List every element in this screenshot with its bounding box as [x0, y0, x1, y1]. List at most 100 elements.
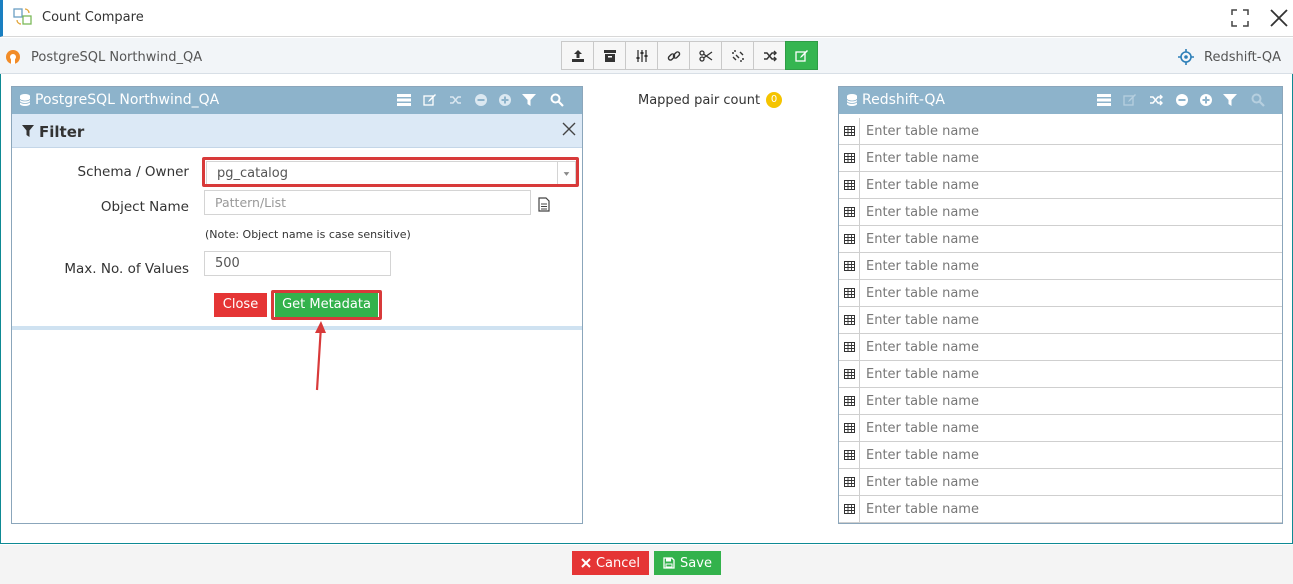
- max-values-value: 500: [215, 256, 240, 271]
- compare-toolbar: [561, 41, 818, 70]
- table-grid-icon: [839, 199, 860, 225]
- upload-icon: [571, 49, 584, 62]
- object-name-label: Object Name: [100, 199, 189, 215]
- table-row: Enter table name: [839, 172, 1282, 199]
- filter-header: Filter: [12, 114, 582, 148]
- table-row: Enter table name: [839, 199, 1282, 226]
- edit-icon: [794, 49, 808, 62]
- table-row: Enter table name: [839, 361, 1282, 388]
- unlink-button[interactable]: [721, 41, 754, 70]
- target-connection-label: Redshift-QA: [1204, 50, 1282, 65]
- table-grid-icon: [839, 496, 860, 522]
- object-name-input[interactable]: Pattern/List: [204, 190, 531, 215]
- table-name-input[interactable]: Enter table name: [866, 151, 979, 166]
- shuffle-icon[interactable]: [449, 93, 463, 107]
- minus-circle-icon[interactable]: [1175, 93, 1189, 107]
- target-panel: Redshift-QA Enter table name Enter table …: [838, 86, 1283, 524]
- window-titlebar: Count Compare: [0, 0, 1293, 37]
- archive-button[interactable]: [593, 41, 626, 70]
- table-name-input[interactable]: Enter table name: [866, 394, 979, 409]
- filter-icon[interactable]: [522, 93, 536, 107]
- target-icon: [1178, 49, 1194, 65]
- table-name-input[interactable]: Enter table name: [866, 421, 979, 436]
- table-grid-icon: [839, 226, 860, 252]
- table-name-input[interactable]: Enter table name: [866, 313, 979, 328]
- filter-icon: [22, 125, 34, 137]
- archive-icon: [603, 49, 616, 62]
- table-row: Enter table name: [839, 280, 1282, 307]
- search-icon[interactable]: [550, 93, 564, 107]
- table-name-input[interactable]: Enter table name: [866, 124, 979, 139]
- annotation-arrow: [315, 321, 326, 391]
- table-name-input[interactable]: Enter table name: [866, 178, 979, 193]
- table-grid-icon: [839, 172, 860, 198]
- table-name-input[interactable]: Enter table name: [866, 340, 979, 355]
- source-connection-label: PostgreSQL Northwind_QA: [31, 50, 203, 65]
- case-sensitive-note: (Note: Object name is case sensitive): [205, 228, 411, 241]
- close-icon[interactable]: [1268, 7, 1290, 29]
- table-row: Enter table name: [839, 469, 1282, 496]
- plus-circle-icon[interactable]: [498, 93, 512, 107]
- sliders-button[interactable]: [625, 41, 658, 70]
- shuffle-icon[interactable]: [1149, 93, 1163, 107]
- table-grid-icon: [839, 280, 860, 306]
- filter-icon[interactable]: [1223, 93, 1237, 107]
- filter-close-button[interactable]: Close: [214, 293, 267, 317]
- edit-icon[interactable]: [423, 93, 437, 107]
- edit-icon[interactable]: [1123, 93, 1137, 107]
- sliders-icon: [636, 49, 647, 62]
- file-list-icon[interactable]: [538, 197, 550, 212]
- save-label: Save: [680, 555, 712, 571]
- table-grid-icon: [839, 469, 860, 495]
- table-grid-icon: [839, 118, 860, 144]
- cancel-button[interactable]: Cancel: [572, 551, 649, 575]
- table-name-input[interactable]: Enter table name: [866, 448, 979, 463]
- highlight-box-get-metadata: [271, 290, 382, 320]
- mapped-pair-label: Mapped pair count: [638, 92, 761, 108]
- max-values-input[interactable]: 500: [204, 251, 391, 276]
- scissors-button[interactable]: [689, 41, 722, 70]
- table-row: Enter table name: [839, 307, 1282, 334]
- object-name-placeholder: Pattern/List: [215, 195, 287, 210]
- expand-icon[interactable]: [1230, 8, 1250, 28]
- table-row: Enter table name: [839, 118, 1282, 145]
- max-values-label: Max. No. of Values: [64, 261, 189, 277]
- shuffle-button[interactable]: [753, 41, 786, 70]
- cancel-label: Cancel: [595, 555, 641, 571]
- plus-circle-icon[interactable]: [1199, 93, 1213, 107]
- edit-mapping-button[interactable]: [785, 41, 818, 70]
- table-row: Enter table name: [839, 388, 1282, 415]
- link-button[interactable]: [657, 41, 690, 70]
- shuffle-icon: [763, 50, 777, 61]
- minus-circle-icon[interactable]: [474, 93, 488, 107]
- table-row: Enter table name: [839, 226, 1282, 253]
- table-name-input[interactable]: Enter table name: [866, 259, 979, 274]
- target-panel-title: Redshift-QA: [862, 92, 945, 108]
- save-button[interactable]: Save: [654, 551, 721, 575]
- table-grid-icon: [839, 361, 860, 387]
- table-row: Enter table name: [839, 253, 1282, 280]
- window-title: Count Compare: [42, 10, 144, 25]
- close-icon[interactable]: [561, 121, 577, 137]
- table-name-input[interactable]: Enter table name: [866, 205, 979, 220]
- unlink-icon: [731, 49, 744, 62]
- source-panel-header: PostgreSQL Northwind_QA: [12, 87, 582, 114]
- table-row: Enter table name: [839, 415, 1282, 442]
- table-name-input[interactable]: Enter table name: [866, 286, 979, 301]
- app-icon: [13, 8, 32, 25]
- schema-owner-label: Schema / Owner: [77, 164, 190, 180]
- filter-title: Filter: [39, 123, 85, 141]
- table-name-input[interactable]: Enter table name: [866, 232, 979, 247]
- list-icon[interactable]: [1097, 93, 1111, 107]
- postgres-icon: [6, 50, 20, 64]
- table-name-input[interactable]: Enter table name: [866, 502, 979, 517]
- table-name-input[interactable]: Enter table name: [866, 367, 979, 382]
- save-icon: [663, 557, 675, 569]
- upload-button[interactable]: [561, 41, 594, 70]
- scissors-icon: [698, 49, 712, 62]
- table-name-input[interactable]: Enter table name: [866, 475, 979, 490]
- table-grid-icon: [839, 442, 860, 468]
- list-icon[interactable]: [397, 93, 411, 107]
- search-icon[interactable]: [1251, 93, 1265, 107]
- database-icon: [19, 94, 31, 106]
